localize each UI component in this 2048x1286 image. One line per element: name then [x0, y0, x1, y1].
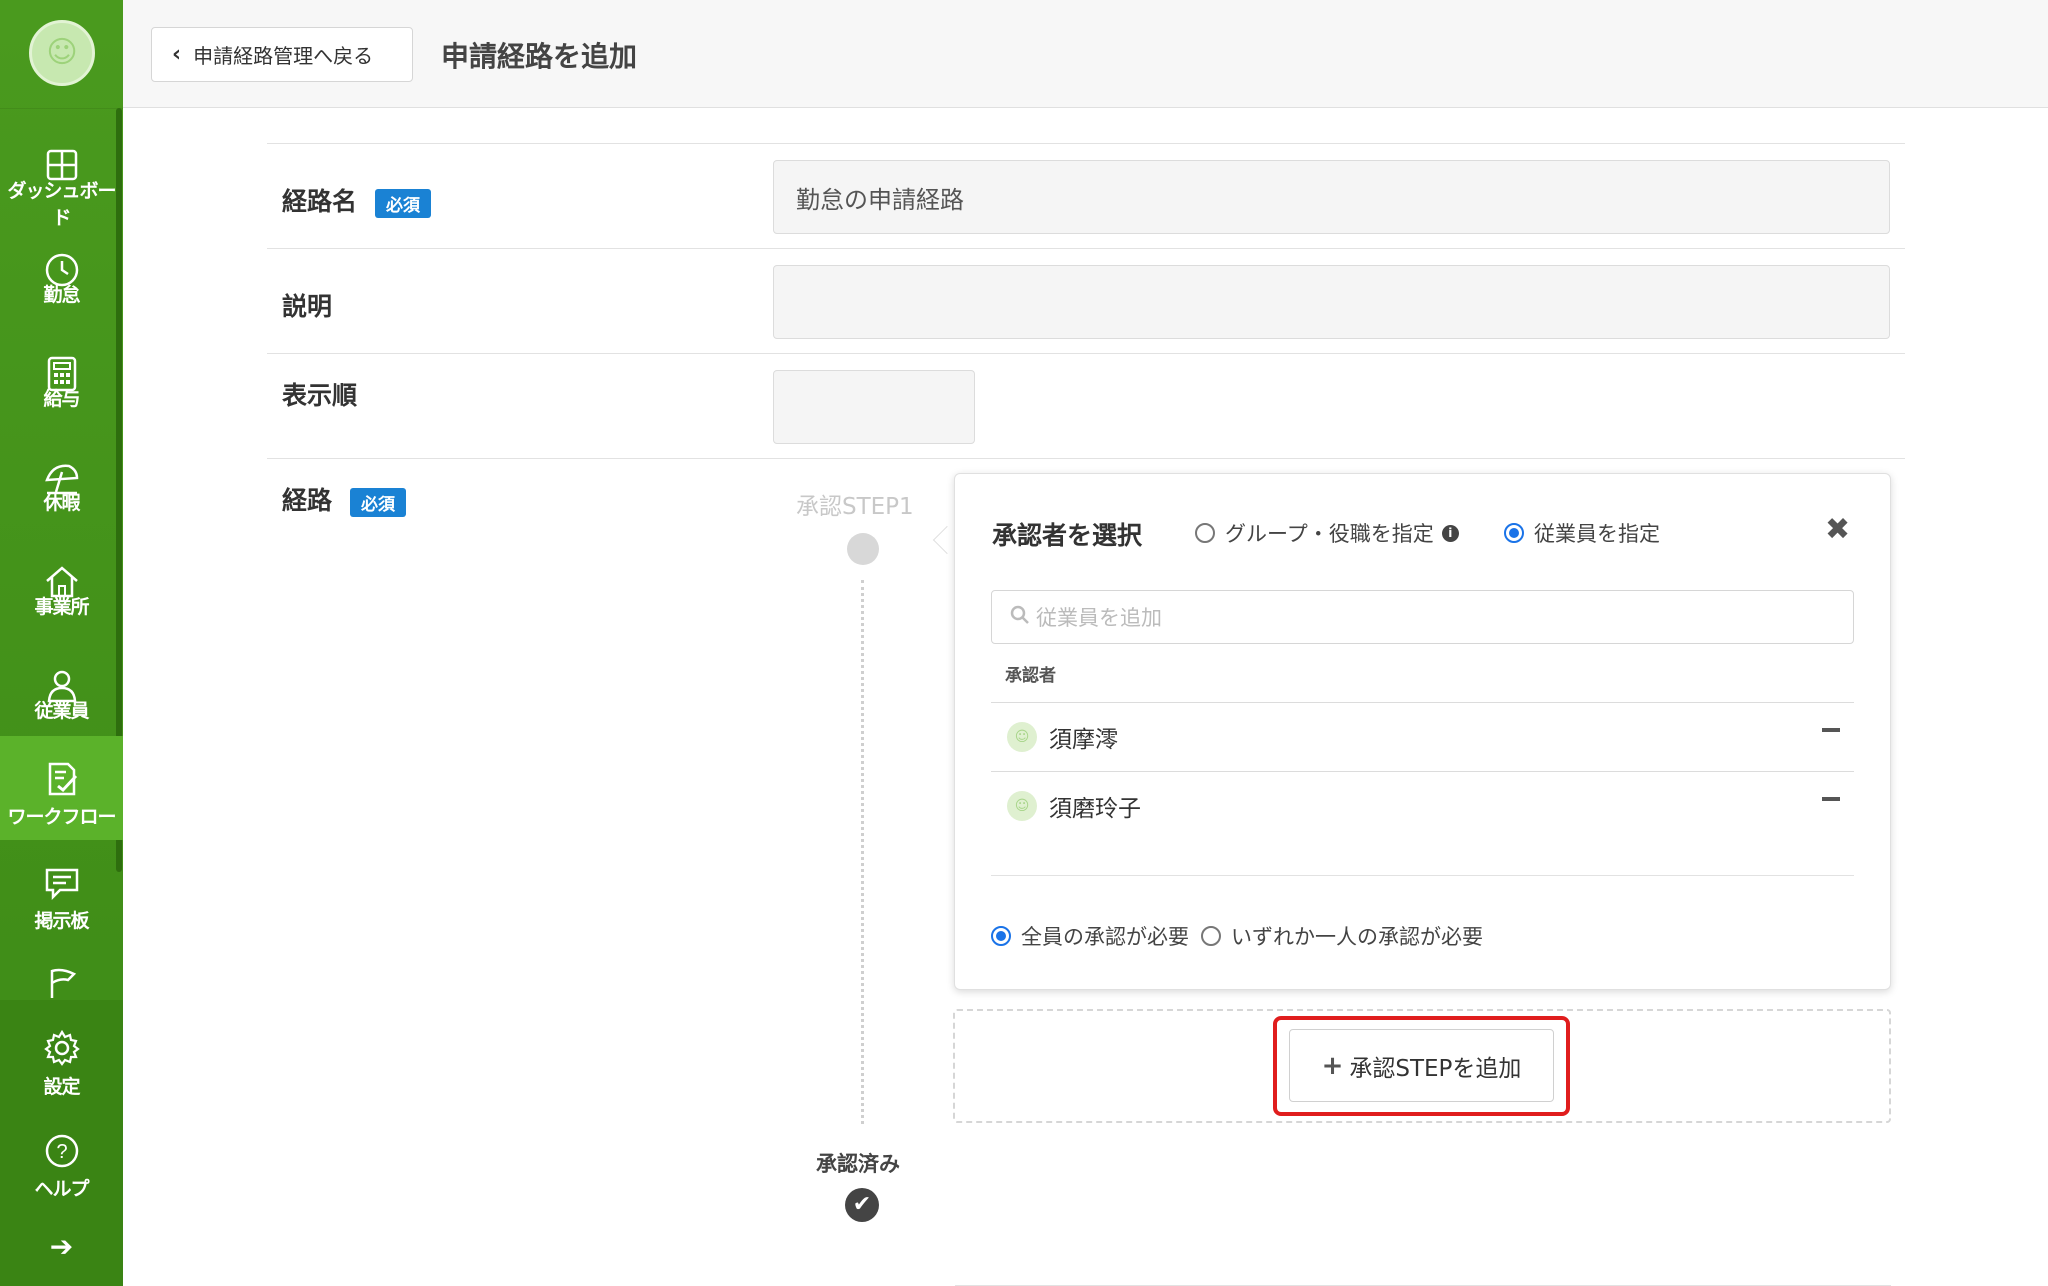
approver-name: 須磨玲子	[1049, 796, 1141, 822]
popover-title: 承認者を選択	[992, 521, 1143, 550]
checklist-icon	[0, 760, 123, 800]
back-button-label: 申請経路管理へ戻る	[193, 44, 374, 68]
radio-any-approval[interactable]: いずれか一人の承認が必要	[1201, 921, 1483, 951]
approved-label: 承認済み	[816, 1152, 900, 1176]
radio-all-approval[interactable]: 全員の承認が必要	[991, 921, 1189, 951]
info-icon[interactable]: i	[1441, 524, 1459, 542]
required-badge: 必須	[350, 487, 407, 517]
approver-select-popover: 承認者を選択 グループ・役職を指定 i 従業員を指定 ✖ 従業員を追加 承認者 …	[954, 473, 1891, 990]
radio-group-role[interactable]: グループ・役職を指定 i	[1195, 518, 1459, 548]
approver-column-header: 承認者	[1005, 666, 1056, 686]
popover-divider	[991, 875, 1854, 876]
remove-approver-button[interactable]	[1822, 797, 1840, 801]
sidebar-item-label: 事業所	[34, 596, 89, 618]
description-input[interactable]	[773, 265, 1890, 339]
radio-employee-label: 従業員を指定	[1534, 522, 1660, 546]
radio-any-approval-label: いずれか一人の承認が必要	[1231, 925, 1483, 949]
sidebar-item-label: ワークフロー	[7, 806, 116, 828]
page-header: ‹ 申請経路管理へ戻る 申請経路を追加	[123, 0, 2048, 108]
display-order-input[interactable]	[773, 370, 975, 444]
route-name-label-text: 経路名	[282, 187, 358, 216]
route-name-label: 経路名 必須	[282, 182, 432, 218]
route-timeline	[861, 580, 864, 1124]
sidebar-item-help[interactable]: ? ヘルプ	[0, 1128, 123, 1232]
page-title: 申請経路を追加	[441, 40, 638, 73]
radio-circle-selected	[1504, 523, 1524, 543]
sidebar-item-office[interactable]: 事業所	[0, 542, 123, 646]
sidebar: ☺ ダッシュボード 勤怠 給与 休暇 事業所 従業員 ワークフロー 掲示板 設定…	[0, 0, 123, 1286]
sidebar-item-label: 掲示板	[34, 910, 89, 932]
sidebar-item-dashboard[interactable]: ダッシュボード	[0, 126, 123, 230]
sidebar-item-label: 設定	[43, 1076, 80, 1098]
sidebar-item-label: 勤怠	[43, 284, 80, 306]
approver-row: ☺ 須磨玲子	[991, 771, 1854, 840]
sidebar-item-employees[interactable]: 従業員	[0, 646, 123, 750]
radio-employee[interactable]: 従業員を指定	[1504, 518, 1660, 548]
remove-approver-button[interactable]	[1822, 728, 1840, 732]
user-avatar[interactable]: ☺	[29, 20, 95, 86]
back-button[interactable]: ‹ 申請経路管理へ戻る	[151, 27, 413, 82]
employee-search-input[interactable]: 従業員を追加	[991, 590, 1854, 644]
radio-circle	[1201, 926, 1221, 946]
sidebar-item-label: ダッシュボード	[7, 180, 116, 229]
sidebar-item-settings[interactable]: 設定	[0, 1024, 123, 1128]
required-badge: 必須	[375, 188, 432, 218]
search-icon	[1010, 605, 1030, 630]
message-icon	[0, 866, 123, 906]
approval-step-label: 承認STEP1	[796, 494, 914, 520]
sidebar-item-board[interactable]: 掲示板	[0, 854, 123, 958]
sidebar-item-label: 従業員	[34, 700, 89, 722]
radio-circle	[1195, 523, 1215, 543]
route-name-input[interactable]: 勤怠の申請経路	[773, 160, 1890, 234]
search-placeholder: 従業員を追加	[1036, 606, 1162, 630]
sidebar-item-label: 給与	[43, 388, 80, 410]
check-circle-icon: ✔	[845, 1188, 879, 1222]
sidebar-item-leave[interactable]: 休暇	[0, 438, 123, 542]
close-icon[interactable]: ✖	[1825, 512, 1850, 547]
help-icon: ?	[0, 1133, 123, 1173]
sidebar-item-attendance[interactable]: 勤怠	[0, 230, 123, 334]
radio-circle-selected	[991, 926, 1011, 946]
approver-row: ☺ 須摩澪	[991, 702, 1854, 771]
sidebar-item-workflow[interactable]: ワークフロー	[0, 736, 123, 840]
approver-name: 須摩澪	[1049, 727, 1118, 753]
smiley-icon: ☺	[46, 35, 78, 70]
radio-all-approval-label: 全員の承認が必要	[1021, 925, 1189, 949]
route-label-text: 経路	[282, 486, 333, 515]
route-label: 経路 必須	[282, 481, 407, 517]
gear-icon	[0, 1029, 123, 1069]
sidebar-item-label: ヘルプ	[34, 1178, 89, 1200]
chevron-left-icon: ‹	[172, 42, 182, 67]
highlight-box	[1273, 1016, 1570, 1116]
sidebar-item-payroll[interactable]: 給与	[0, 334, 123, 438]
sidebar-item-flag[interactable]	[0, 954, 123, 1004]
sidebar-item-label: 休暇	[43, 492, 80, 514]
step-dot	[847, 533, 879, 565]
avatar: ☺	[1007, 791, 1037, 821]
radio-group-role-label: グループ・役職を指定	[1225, 522, 1434, 546]
avatar: ☺	[1007, 722, 1037, 752]
display-order-label: 表示順	[282, 381, 358, 410]
description-label: 説明	[282, 292, 333, 321]
svg-text:?: ?	[56, 1141, 67, 1163]
collapse-arrow-icon[interactable]: ➔	[0, 1230, 123, 1263]
form-row-display-order: 表示順	[267, 353, 1905, 458]
sidebar-divider	[0, 108, 123, 109]
